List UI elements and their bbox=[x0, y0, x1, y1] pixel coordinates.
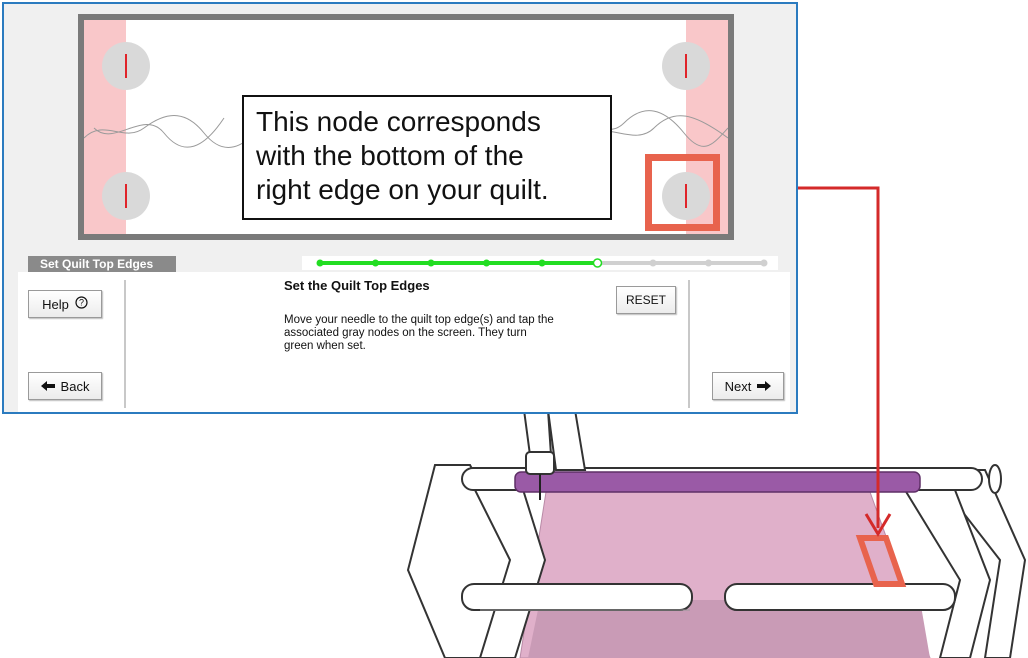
reset-button[interactable]: RESET bbox=[616, 286, 676, 314]
app-window: This node corresponds with the bottom of… bbox=[2, 2, 798, 414]
callout-line-1: This node corresponds bbox=[256, 106, 541, 137]
callout-line-3: right edge on your quilt. bbox=[256, 174, 549, 205]
step-title: Set the Quilt Top Edges bbox=[284, 278, 430, 293]
divider-left bbox=[124, 280, 126, 408]
arrow-right-icon bbox=[757, 379, 772, 394]
progress-step-dot bbox=[483, 259, 490, 267]
divider-right bbox=[688, 280, 690, 408]
help-button[interactable]: Help ? bbox=[28, 290, 102, 318]
callout-box: This node corresponds with the bottom of… bbox=[242, 95, 612, 220]
node-top-right[interactable] bbox=[662, 42, 710, 90]
progress-step-dot bbox=[427, 259, 435, 267]
section-tab: Set Quilt Top Edges bbox=[28, 256, 176, 272]
step-instructions: Move your needle to the quilt top edge(s… bbox=[284, 314, 554, 352]
help-label: Help bbox=[42, 296, 69, 312]
progress-step-dot bbox=[760, 259, 768, 267]
progress-step-dot bbox=[372, 259, 379, 267]
progress-step-dot bbox=[538, 259, 546, 267]
control-panel: Help ? Back Set the Quilt Top Edges Move… bbox=[18, 272, 790, 412]
progress-step-dot bbox=[649, 259, 657, 267]
node-top-left[interactable] bbox=[102, 42, 150, 90]
progress-step-dot bbox=[316, 259, 324, 267]
step-progress bbox=[316, 258, 768, 268]
node-highlight-box bbox=[645, 154, 720, 231]
svg-text:?: ? bbox=[79, 298, 84, 308]
next-button[interactable]: Next bbox=[712, 372, 784, 400]
progress-step-dot bbox=[705, 259, 712, 267]
next-label: Next bbox=[724, 378, 752, 394]
reset-label: RESET bbox=[625, 293, 666, 307]
callout-line-2: with the bottom of the bbox=[256, 140, 524, 171]
question-circle-icon: ? bbox=[75, 296, 88, 312]
node-bottom-left[interactable] bbox=[102, 172, 150, 220]
arrow-left-icon bbox=[40, 379, 55, 394]
progress-step-dot bbox=[592, 258, 603, 268]
back-button[interactable]: Back bbox=[28, 372, 102, 400]
back-label: Back bbox=[60, 378, 90, 394]
